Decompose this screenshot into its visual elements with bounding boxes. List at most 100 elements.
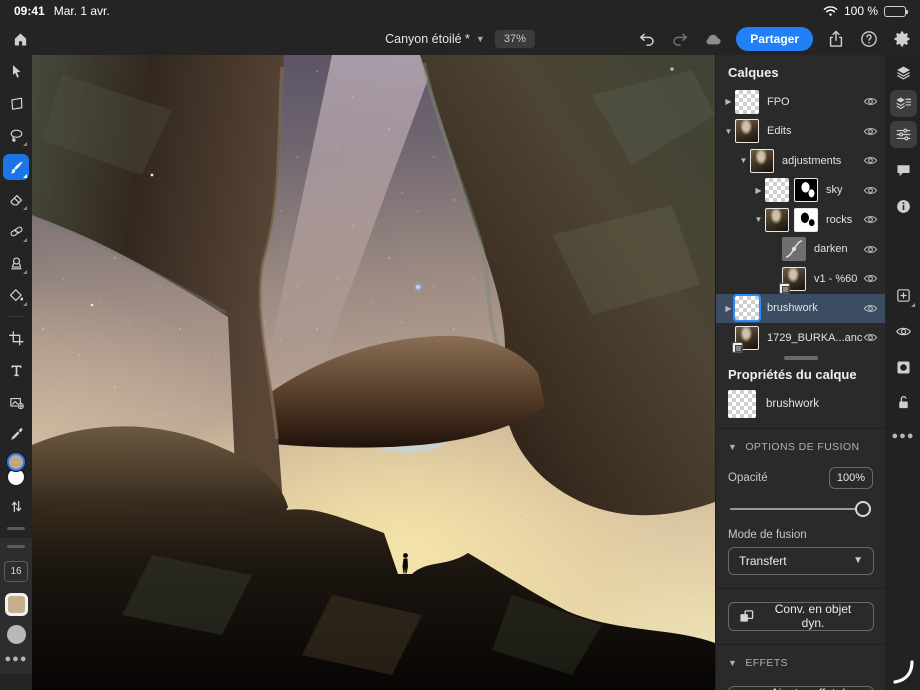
zoom-level-chip[interactable]: 37% bbox=[495, 30, 535, 48]
info-icon[interactable] bbox=[890, 193, 917, 220]
expander-icon[interactable]: ▼ bbox=[722, 127, 735, 136]
expander-icon[interactable]: ▼ bbox=[752, 215, 765, 224]
comments-icon[interactable] bbox=[890, 157, 917, 184]
clone-stamp-tool[interactable] bbox=[3, 250, 29, 276]
layer-name: sky bbox=[826, 184, 843, 196]
blend-mode-value: Transfert bbox=[739, 554, 787, 568]
add-layer-effect-button[interactable]: fx Ajouter effet de calque bbox=[728, 686, 874, 690]
transform-tool[interactable] bbox=[3, 90, 29, 116]
layer-row-edits[interactable]: ▼ Edits bbox=[716, 117, 885, 147]
help-icon[interactable] bbox=[859, 29, 879, 49]
add-layer-button[interactable] bbox=[890, 282, 917, 309]
blend-mode-select[interactable]: Transfert ▼ bbox=[728, 547, 874, 575]
curves-adjustment-thumbnail[interactable] bbox=[782, 237, 806, 261]
place-photo-tool[interactable] bbox=[3, 389, 29, 415]
opacity-slider[interactable] bbox=[730, 501, 871, 517]
layers-panel-icon[interactable] bbox=[890, 59, 917, 86]
undo-button[interactable] bbox=[637, 29, 657, 49]
corner-gesture-indicator bbox=[893, 660, 915, 684]
eye-icon[interactable] bbox=[863, 124, 878, 139]
layer-row-brushwork-selected[interactable]: ▶ brushwork bbox=[716, 294, 885, 324]
unlock-icon[interactable] bbox=[890, 389, 917, 416]
battery-icon bbox=[884, 6, 906, 17]
move-tool[interactable] bbox=[3, 58, 29, 84]
brush-color-swatch[interactable] bbox=[5, 593, 28, 616]
more-options-icon[interactable]: ●●● bbox=[5, 653, 28, 665]
cloud-sync-icon[interactable] bbox=[703, 29, 723, 49]
layer-thumbnail[interactable] bbox=[765, 208, 789, 232]
layer-name: Edits bbox=[767, 125, 791, 137]
layer-mask-thumbnail[interactable] bbox=[794, 178, 818, 202]
type-tool[interactable] bbox=[3, 357, 29, 383]
eye-icon[interactable] bbox=[863, 301, 878, 316]
eye-icon[interactable] bbox=[863, 242, 878, 257]
crop-tool[interactable] bbox=[3, 325, 29, 351]
adjustments-panel-icon[interactable] bbox=[890, 121, 917, 148]
layer-thumbnail[interactable] bbox=[735, 119, 759, 143]
brush-size-value[interactable]: 16 bbox=[4, 561, 28, 582]
opacity-label: Opacité bbox=[728, 472, 768, 484]
fill-tool[interactable] bbox=[3, 282, 29, 308]
eye-icon[interactable] bbox=[863, 271, 878, 286]
eraser-tool[interactable] bbox=[3, 186, 29, 212]
opacity-value-field[interactable]: 100% bbox=[829, 467, 873, 489]
redo-button[interactable] bbox=[670, 29, 690, 49]
brush-tool[interactable] bbox=[3, 154, 29, 180]
export-icon[interactable] bbox=[826, 29, 846, 49]
layer-row-adjustments[interactable]: ▼ adjustments bbox=[716, 146, 885, 176]
layers-panel-title: Calques bbox=[716, 55, 885, 87]
foreground-color-swatch[interactable] bbox=[7, 453, 25, 471]
layer-name: brushwork bbox=[767, 302, 818, 314]
battery-percent: 100 % bbox=[844, 4, 878, 18]
layer-name: darken bbox=[814, 243, 848, 255]
layer-thumbnail[interactable] bbox=[750, 149, 774, 173]
layer-row-v1[interactable]: v1 - %60 bbox=[716, 264, 885, 294]
document-title-menu[interactable]: Canyon étoilé * ▼ bbox=[385, 32, 485, 46]
settings-gear-icon[interactable] bbox=[892, 29, 912, 49]
person-silhouette bbox=[403, 553, 409, 573]
chevron-down-icon: ▼ bbox=[728, 658, 737, 668]
layer-mask-thumbnail[interactable] bbox=[794, 208, 818, 232]
opacity-slider-knob[interactable] bbox=[855, 501, 871, 517]
blend-mode-label: Mode de fusion bbox=[716, 521, 885, 547]
share-button[interactable]: Partager bbox=[736, 27, 813, 51]
document-canvas[interactable] bbox=[32, 55, 715, 690]
layer-row-fpo[interactable]: ▶ FPO bbox=[716, 87, 885, 117]
eye-icon[interactable] bbox=[863, 330, 878, 345]
layer-thumbnail bbox=[728, 390, 756, 418]
layer-row-1729[interactable]: 1729_BURKA...anced-NR33 bbox=[716, 323, 885, 353]
layer-thumbnail[interactable] bbox=[765, 178, 789, 202]
layer-thumbnail[interactable] bbox=[735, 90, 759, 114]
eyedropper-tool[interactable] bbox=[3, 421, 29, 447]
healing-brush-tool[interactable] bbox=[3, 218, 29, 244]
layer-row-rocks[interactable]: ▼ rocks bbox=[716, 205, 885, 235]
expander-icon[interactable]: ▶ bbox=[722, 97, 735, 106]
canyon-rocks bbox=[32, 55, 715, 690]
layer-properties-panel-icon[interactable] bbox=[890, 90, 917, 117]
add-mask-button[interactable] bbox=[890, 354, 917, 381]
blend-options-header[interactable]: ▼ OPTIONS DE FUSION bbox=[716, 429, 885, 457]
layer-row-darken[interactable]: darken bbox=[716, 235, 885, 265]
expander-icon[interactable]: ▼ bbox=[737, 156, 750, 165]
expander-icon[interactable]: ▶ bbox=[722, 304, 735, 313]
layer-name: v1 - %60 bbox=[814, 273, 857, 285]
layer-visibility-button[interactable] bbox=[890, 318, 917, 345]
wifi-icon bbox=[823, 5, 838, 17]
eye-icon[interactable] bbox=[863, 183, 878, 198]
expander-icon[interactable]: ▶ bbox=[752, 186, 765, 195]
layer-thumbnail[interactable] bbox=[735, 296, 759, 320]
more-options-icon[interactable]: ●●● bbox=[890, 422, 917, 449]
brush-opacity-control[interactable] bbox=[7, 625, 26, 644]
eye-icon[interactable] bbox=[863, 212, 878, 227]
layer-name: rocks bbox=[826, 214, 852, 226]
layer-row-sky[interactable]: ▶ sky bbox=[716, 176, 885, 206]
eye-icon[interactable] bbox=[863, 153, 878, 168]
panel-drag-handle[interactable] bbox=[7, 545, 25, 548]
swap-colors-button[interactable] bbox=[3, 497, 29, 515]
convert-smart-object-button[interactable]: Conv. en objet dyn. bbox=[728, 602, 874, 631]
effects-header[interactable]: ▼ EFFETS bbox=[716, 645, 885, 673]
tool-options-handle[interactable] bbox=[7, 527, 25, 530]
eye-icon[interactable] bbox=[863, 94, 878, 109]
lasso-tool[interactable] bbox=[3, 122, 29, 148]
panel-splitter[interactable] bbox=[716, 353, 885, 363]
